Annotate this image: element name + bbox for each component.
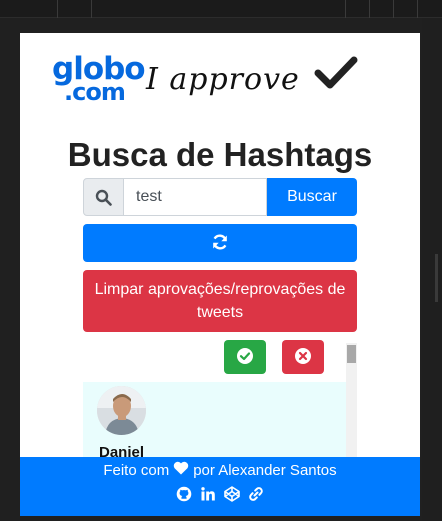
page-title: Busca de Hashtags — [67, 136, 373, 173]
search-icon — [83, 178, 124, 216]
window-scrollbar-thumb[interactable] — [435, 254, 438, 302]
logo-approve-text: I approve — [146, 62, 300, 97]
footer-credit: Feito com por Alexander Santos — [20, 461, 420, 479]
search-button[interactable]: Buscar — [267, 178, 357, 216]
footer-made-with: Feito com — [103, 461, 170, 479]
tab-divider — [369, 0, 370, 18]
tab-divider — [57, 0, 58, 18]
window-scrollbar[interactable] — [422, 18, 442, 521]
link-icon[interactable] — [247, 485, 265, 503]
check-circle-icon — [236, 347, 254, 368]
tab-divider — [91, 0, 92, 18]
app-page: globo .com I approve Busca de Hashtags B… — [20, 33, 420, 516]
footer-social-links — [20, 485, 420, 503]
footer: Feito com por Alexander Santos — [20, 457, 420, 516]
refresh-icon — [211, 233, 229, 254]
checkmark-icon — [314, 55, 358, 96]
tab-divider — [345, 0, 346, 18]
logo-com-text: .com — [64, 78, 126, 106]
codepen-icon[interactable] — [223, 485, 241, 503]
tab-divider — [417, 0, 418, 18]
footer-author: por Alexander Santos — [193, 461, 337, 479]
approve-button[interactable] — [224, 340, 266, 374]
linkedin-icon[interactable] — [199, 485, 217, 503]
browser-top-strip — [0, 0, 442, 18]
tab-divider — [393, 0, 394, 18]
clear-approvals-button[interactable]: Limpar aprovações/reprovações de tweets — [83, 270, 357, 332]
github-icon[interactable] — [175, 485, 193, 503]
avatar — [97, 386, 146, 435]
times-circle-icon — [294, 347, 312, 368]
reject-button[interactable] — [282, 340, 324, 374]
tweets-scrollbar-thumb[interactable] — [347, 345, 356, 363]
tweets-scrollbar[interactable] — [346, 343, 357, 463]
search-input[interactable] — [124, 178, 267, 216]
heart-icon — [173, 461, 189, 479]
search-group: Buscar — [83, 178, 357, 216]
app-logo: globo .com I approve — [52, 54, 372, 107]
refresh-button[interactable] — [83, 224, 357, 262]
